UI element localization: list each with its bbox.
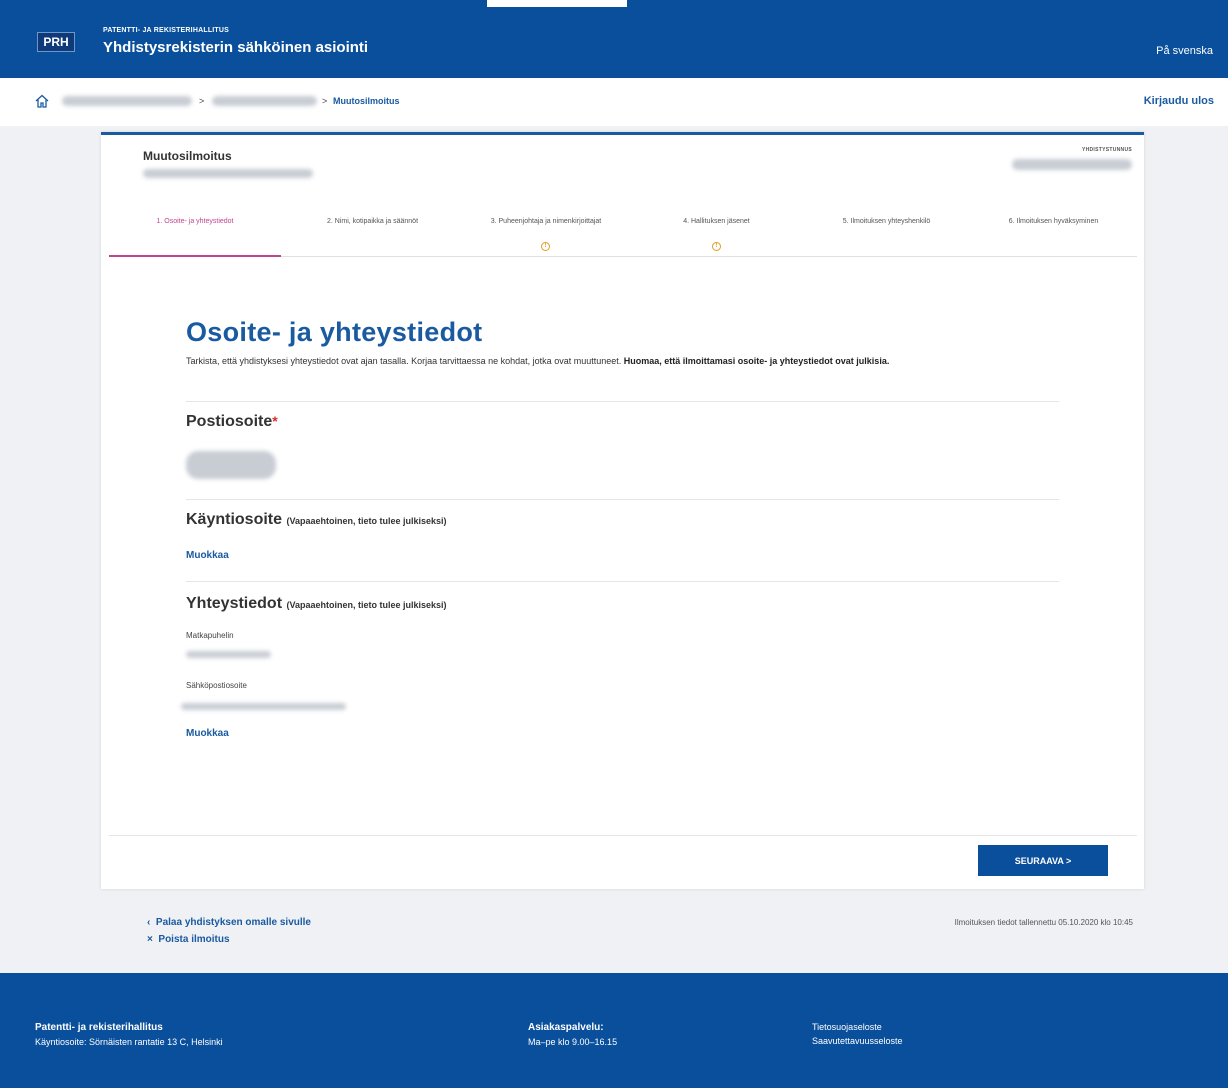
logout-link[interactable]: Kirjaudu ulos xyxy=(1144,95,1214,107)
saved-timestamp: Ilmoituksen tiedot tallennettu 05.10.202… xyxy=(954,918,1133,927)
footer-service-hours: Ma–pe klo 9.00–16.15 xyxy=(528,1037,618,1047)
email-label: Sähköpostiosoite xyxy=(186,681,247,690)
divider xyxy=(186,581,1059,582)
tab-step-3[interactable]: 3. Puheenjohtaja ja nimenkirjoittajat xyxy=(481,217,611,226)
tab-step-label: 1. Osoite- ja yhteystiedot xyxy=(156,218,234,225)
tab-step-label: 5. Ilmoituksen yhteyshenkilö xyxy=(842,218,931,225)
contact-heading: Yhteystiedot (Vapaaehtoinen, tieto tulee… xyxy=(186,595,447,613)
email-value-blurred xyxy=(181,703,346,710)
association-name-blurred xyxy=(143,169,313,178)
tab-step-2[interactable]: 2. Nimi, kotipaikka ja säännöt xyxy=(285,217,460,226)
breadcrumb-current: Muutosilmoitus xyxy=(333,96,400,106)
footer-org-name: Patentti- ja rekisterihallitus xyxy=(35,1022,163,1033)
intro-bold: Huomaa, että ilmoittamasi osoite- ja yht… xyxy=(623,356,890,366)
form-card: Muutosilmoitus YHDISTYSTUNNUS 1. Osoite-… xyxy=(101,132,1144,889)
org-name: PATENTTI- JA REKISTERIHALLITUS xyxy=(103,27,230,34)
tab-step-label: 3. Puheenjohtaja ja nimenkirjoittajat xyxy=(490,218,602,225)
warning-icon: ! xyxy=(712,242,721,251)
intro-normal: Tarkista, että yhdistyksesi yhteystiedot… xyxy=(186,356,624,366)
page-title: Osoite- ja yhteystiedot xyxy=(186,317,483,347)
card-title: Muutosilmoitus xyxy=(143,149,232,163)
breadcrumb-item-blurred[interactable] xyxy=(62,96,192,106)
close-icon: × xyxy=(147,934,153,945)
chevron-left-icon: ‹ xyxy=(147,917,151,928)
edit-visiting-address-link[interactable]: Muokkaa xyxy=(186,550,229,561)
delete-link-label: Poista ilmoitus xyxy=(158,934,230,945)
edit-contact-info-link[interactable]: Muokkaa xyxy=(186,728,229,739)
footer-links: Tietosuojaseloste Saavutettavuusseloste xyxy=(812,1020,903,1048)
contact-heading-text: Yhteystiedot xyxy=(186,595,283,612)
divider xyxy=(186,401,1059,402)
home-icon[interactable] xyxy=(34,93,50,109)
postal-heading: Postiosoite* xyxy=(186,413,278,431)
tab-step-label: 6. Ilmoituksen hyväksyminen xyxy=(1008,218,1099,225)
top-header: PRH PATENTTI- JA REKISTERIHALLITUS Yhdis… xyxy=(0,0,1228,78)
phone-label: Matkapuhelin xyxy=(186,631,234,640)
privacy-link[interactable]: Tietosuojaseloste xyxy=(812,1022,882,1032)
back-link[interactable]: ‹ Palaa yhdistyksen omalle sivulle xyxy=(147,917,311,928)
tab-step-1[interactable]: 1. Osoite- ja yhteystiedot xyxy=(109,217,281,226)
breadcrumb-separator: > xyxy=(199,96,205,106)
tab-step-4[interactable]: 4. Hallituksen jäsenet xyxy=(644,217,789,226)
divider xyxy=(109,835,1137,836)
prh-logo[interactable]: PRH xyxy=(37,32,75,52)
breadcrumb: > > Muutosilmoitus Kirjaudu ulos xyxy=(0,78,1228,126)
association-id-blurred xyxy=(1012,159,1132,170)
footer-org: Patentti- ja rekisterihallitus Käyntioso… xyxy=(35,1020,223,1049)
association-id-label: YHDISTYSTUNNUS xyxy=(1081,147,1132,153)
visiting-heading-text: Käyntiosoite xyxy=(186,511,283,528)
postal-heading-text: Postiosoite xyxy=(186,413,273,430)
breadcrumb-item-blurred[interactable] xyxy=(212,96,317,106)
breadcrumb-separator: > xyxy=(322,96,328,106)
footer-service-title: Asiakaspalvelu: xyxy=(528,1022,604,1033)
optional-note: (Vapaaehtoinen, tieto tulee julkiseksi) xyxy=(286,600,447,610)
footer-service: Asiakaspalvelu: Ma–pe klo 9.00–16.15 xyxy=(528,1020,617,1049)
divider xyxy=(186,499,1059,500)
language-link[interactable]: På svenska xyxy=(1156,45,1213,57)
next-button[interactable]: SEURAAVA > xyxy=(978,845,1108,876)
footer-address: Käyntiosoite: Sörnäisten rantatie 13 C, … xyxy=(35,1037,223,1047)
tab-step-label: 2. Nimi, kotipaikka ja säännöt xyxy=(326,218,419,225)
app-title[interactable]: Yhdistysrekisterin sähköinen asiointi xyxy=(103,39,368,56)
delete-link[interactable]: × Poista ilmoitus xyxy=(147,934,311,945)
tab-step-6[interactable]: 6. Ilmoituksen hyväksyminen xyxy=(971,217,1136,226)
postal-address-blurred xyxy=(186,451,276,479)
back-link-label: Palaa yhdistyksen omalle sivulle xyxy=(155,917,311,928)
visiting-heading: Käyntiosoite (Vapaaehtoinen, tieto tulee… xyxy=(186,511,447,529)
tab-step-label: 4. Hallituksen jäsenet xyxy=(683,218,750,225)
intro-text: Tarkista, että yhdistyksesi yhteystiedot… xyxy=(186,355,1066,367)
active-tab-indicator xyxy=(109,255,281,257)
tab-step-5[interactable]: 5. Ilmoituksen yhteyshenkilö xyxy=(799,217,974,226)
optional-note: (Vapaaehtoinen, tieto tulee julkiseksi) xyxy=(286,516,447,526)
header-notch xyxy=(487,0,627,7)
site-footer: Patentti- ja rekisterihallitus Käyntioso… xyxy=(0,973,1228,1088)
step-tabs: 1. Osoite- ja yhteystiedot 2. Nimi, koti… xyxy=(109,217,1137,257)
warning-icon: ! xyxy=(541,242,550,251)
phone-value-blurred xyxy=(186,651,271,658)
accessibility-link[interactable]: Saavutettavuusseloste xyxy=(812,1036,903,1046)
required-mark: * xyxy=(272,413,278,429)
below-card-links: ‹ Palaa yhdistyksen omalle sivulle × Poi… xyxy=(147,917,311,951)
